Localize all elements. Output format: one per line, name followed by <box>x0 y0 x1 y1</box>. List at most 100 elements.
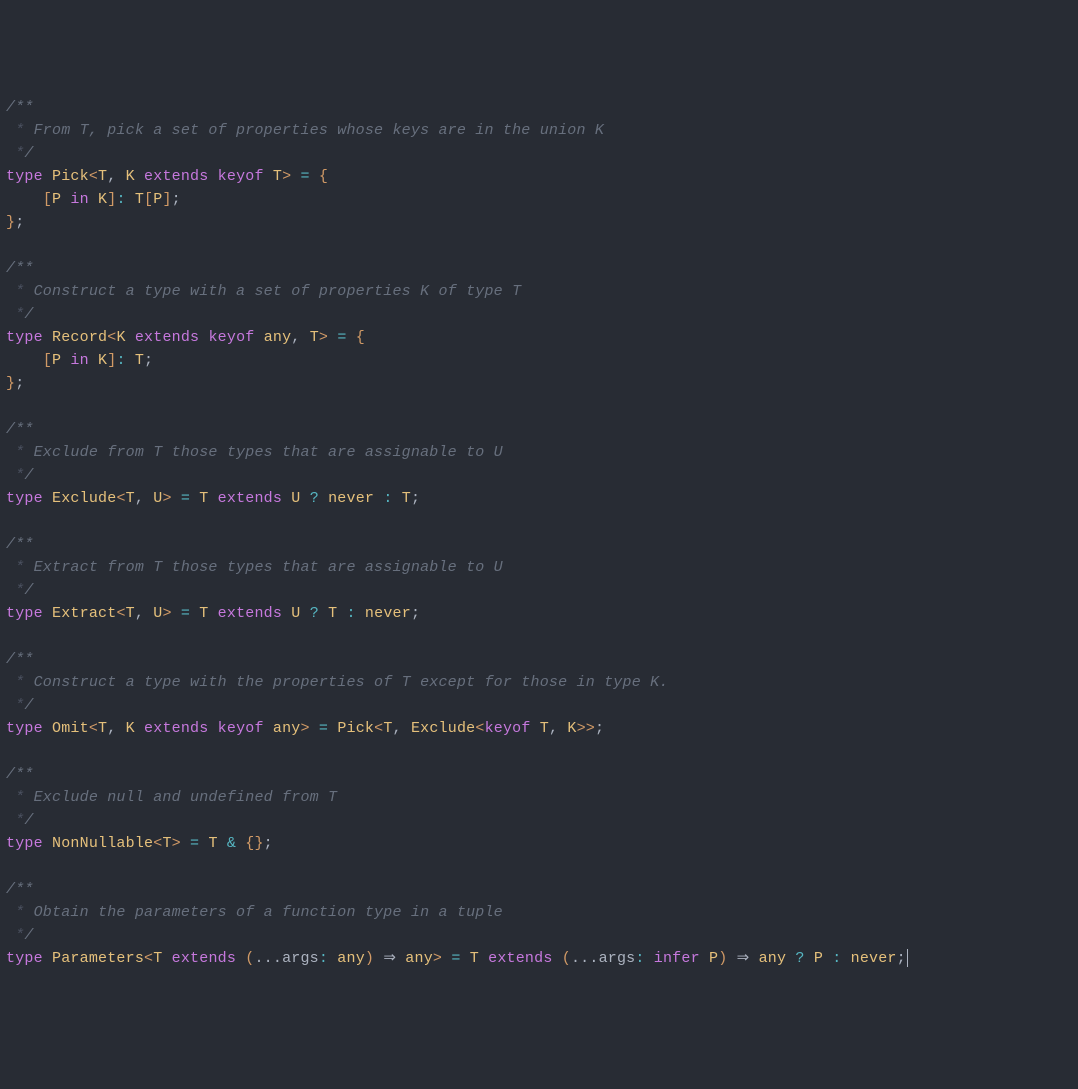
code-line[interactable]: }; <box>6 211 1072 234</box>
token-pu <box>135 168 144 185</box>
token-nm: T <box>208 835 217 852</box>
token-nm: U <box>291 490 300 507</box>
code-line[interactable]: */ <box>6 924 1072 947</box>
token-pu <box>328 720 337 737</box>
code-line[interactable]: * Extract from T those types that are as… <box>6 556 1072 579</box>
code-line[interactable] <box>6 510 1072 533</box>
token-op: = <box>181 490 190 507</box>
token-pu <box>126 352 135 369</box>
code-line[interactable]: type Omit<T, K extends keyof any> = Pick… <box>6 717 1072 740</box>
code-line[interactable]: * Exclude from T those types that are as… <box>6 441 1072 464</box>
code-line[interactable]: * From T, pick a set of properties whose… <box>6 119 1072 142</box>
token-pu <box>823 950 832 967</box>
code-line[interactable]: type Parameters<T extends (...args: any)… <box>6 947 1072 970</box>
token-kw: extends <box>488 950 552 967</box>
code-line[interactable]: [P in K]: T; <box>6 349 1072 372</box>
code-line[interactable]: * Exclude null and undefined from T <box>6 786 1072 809</box>
token-pu <box>479 950 488 967</box>
token-nm: any <box>264 329 292 346</box>
token-br: } <box>6 375 15 392</box>
token-op: : <box>635 950 644 967</box>
code-line[interactable]: /** <box>6 257 1072 280</box>
code-line[interactable]: */ <box>6 694 1072 717</box>
token-ar: ⇒ <box>737 950 750 967</box>
code-line[interactable] <box>6 740 1072 763</box>
code-line[interactable] <box>6 234 1072 257</box>
token-pu: ; <box>411 490 420 507</box>
token-pu <box>282 490 291 507</box>
token-nm: Extract <box>52 605 116 622</box>
code-line[interactable] <box>6 855 1072 878</box>
token-pu <box>89 352 98 369</box>
comment-text: /** <box>6 99 34 116</box>
token-pu <box>786 950 795 967</box>
code-line[interactable]: /** <box>6 96 1072 119</box>
code-line[interactable]: type Pick<T, K extends keyof T> = { <box>6 165 1072 188</box>
code-line[interactable]: /** <box>6 648 1072 671</box>
code-line[interactable]: [P in K]: T[P]; <box>6 188 1072 211</box>
comment-text: Extract from T those types that are assi… <box>24 559 502 576</box>
token-nm: P <box>52 191 61 208</box>
token-pu: ; <box>15 375 24 392</box>
token-pu <box>208 605 217 622</box>
token-pu <box>396 950 405 967</box>
code-line[interactable] <box>6 625 1072 648</box>
token-nm: K <box>98 352 107 369</box>
token-id: args <box>599 950 636 967</box>
token-pu: ; <box>144 352 153 369</box>
token-pu: , <box>107 168 125 185</box>
token-br: [ <box>144 191 153 208</box>
token-op: & <box>227 835 236 852</box>
token-nm: T <box>162 835 171 852</box>
code-line[interactable]: /** <box>6 878 1072 901</box>
code-line[interactable]: * Obtain the parameters of a function ty… <box>6 901 1072 924</box>
code-line[interactable]: * Construct a type with the properties o… <box>6 671 1072 694</box>
token-pu <box>208 490 217 507</box>
token-pu <box>291 168 300 185</box>
code-line[interactable] <box>6 395 1072 418</box>
code-line[interactable]: type Extract<T, U> = T extends U ? T : n… <box>6 602 1072 625</box>
token-nm: T <box>153 950 162 967</box>
token-pu <box>805 950 814 967</box>
token-nm: T <box>402 490 411 507</box>
code-line[interactable]: */ <box>6 579 1072 602</box>
token-pu <box>43 168 52 185</box>
code-line[interactable]: /** <box>6 763 1072 786</box>
token-kw: type <box>6 720 43 737</box>
token-pu <box>126 191 135 208</box>
token-nm: T <box>126 605 135 622</box>
token-pu <box>310 720 319 737</box>
code-line[interactable]: /** <box>6 418 1072 441</box>
code-line[interactable]: type Exclude<T, U> = T extends U ? never… <box>6 487 1072 510</box>
code-editor[interactable]: /** * From T, pick a set of properties w… <box>6 96 1072 970</box>
token-pu <box>374 950 383 967</box>
token-nm: T <box>126 490 135 507</box>
token-br: ( <box>562 950 571 967</box>
code-line[interactable]: /** <box>6 533 1072 556</box>
token-kw: extends <box>135 329 199 346</box>
token-nm: Exclude <box>411 720 475 737</box>
code-line[interactable]: * Construct a type with a set of propert… <box>6 280 1072 303</box>
token-nm: P <box>52 352 61 369</box>
token-br: ) <box>718 950 727 967</box>
token-nm: T <box>383 720 392 737</box>
code-line[interactable]: */ <box>6 809 1072 832</box>
token-pu <box>43 835 52 852</box>
token-pu <box>328 329 337 346</box>
token-pu <box>461 950 470 967</box>
code-line[interactable]: }; <box>6 372 1072 395</box>
token-pu <box>172 490 181 507</box>
code-line[interactable]: */ <box>6 303 1072 326</box>
code-line[interactable]: type Record<K extends keyof any, T> = { <box>6 326 1072 349</box>
code-line[interactable]: type NonNullable<T> = T & {}; <box>6 832 1072 855</box>
token-nm: U <box>291 605 300 622</box>
code-line[interactable]: */ <box>6 142 1072 165</box>
token-pu <box>218 835 227 852</box>
token-kw: extends <box>172 950 236 967</box>
token-op: : <box>347 605 356 622</box>
token-pu: , <box>291 329 309 346</box>
token-pu: ... <box>571 950 599 967</box>
token-pu <box>208 720 217 737</box>
token-br: > <box>162 490 171 507</box>
code-line[interactable]: */ <box>6 464 1072 487</box>
